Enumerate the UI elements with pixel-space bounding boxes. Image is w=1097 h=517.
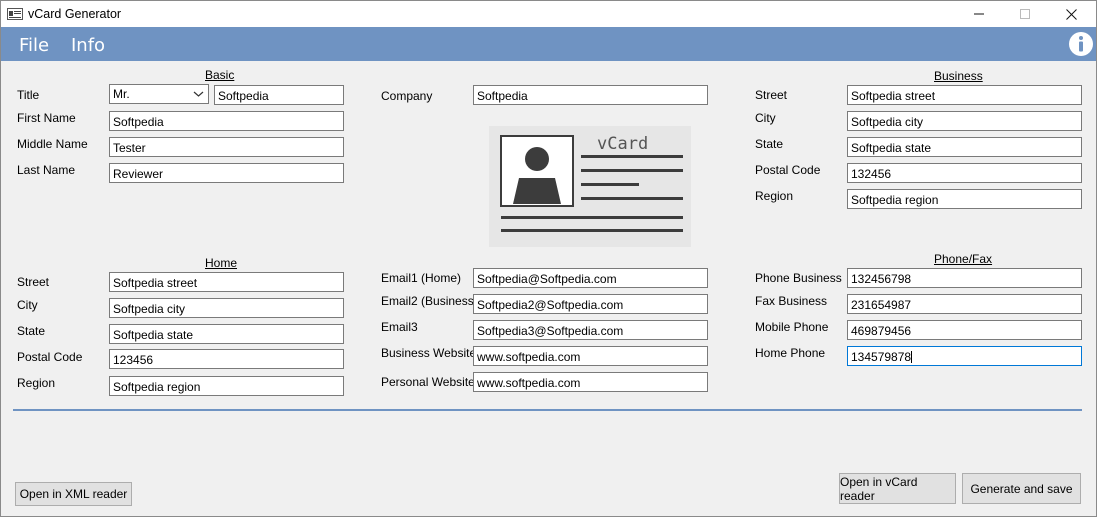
business-website-label: Business Website (381, 346, 477, 360)
home-region-label: Region (17, 376, 56, 390)
title-label: Title (17, 88, 40, 102)
business-street-input[interactable]: Softpedia street (847, 85, 1082, 105)
home-postal-input[interactable]: 123456 (109, 349, 344, 369)
section-home-header: Home (205, 256, 238, 270)
first-name-label: First Name (17, 111, 76, 125)
vcard-logo-text: vCard (597, 134, 648, 154)
business-website-input[interactable]: www.softpedia.com (473, 346, 708, 366)
close-button[interactable] (1048, 1, 1094, 27)
home-phone-input[interactable]: 134579878 (847, 346, 1082, 366)
mobile-phone-label: Mobile Phone (755, 320, 829, 334)
window-title: vCard Generator (28, 7, 122, 21)
home-city-input[interactable]: Softpedia city (109, 298, 344, 318)
text-caret (911, 351, 913, 363)
email3-label: Email3 (381, 320, 418, 334)
chevron-down-icon (193, 91, 204, 97)
home-phone-label: Home Phone (755, 346, 826, 360)
email1-label: Email1 (Home) (381, 271, 462, 285)
menu-bar: File Info (1, 27, 1096, 61)
last-name-input[interactable]: Reviewer (109, 163, 344, 183)
home-postal-label: Postal Code (17, 350, 83, 364)
personal-website-input[interactable]: www.softpedia.com (473, 372, 708, 392)
personal-website-label: Personal Website (381, 375, 475, 389)
generate-and-save-button[interactable]: Generate and save (962, 473, 1081, 504)
first-name-input[interactable]: Softpedia (109, 111, 344, 131)
menu-file[interactable]: File (19, 35, 49, 56)
email2-label: Email2 (Business) (381, 294, 478, 308)
company-label: Company (381, 89, 433, 103)
email3-input[interactable]: Softpedia3@Softpedia.com (473, 320, 708, 340)
middle-name-label: Middle Name (17, 137, 88, 151)
business-region-input[interactable]: Softpedia region (847, 189, 1082, 209)
section-basic-header: Basic (205, 68, 235, 82)
business-city-label: City (755, 111, 776, 125)
menu-info[interactable]: Info (71, 35, 105, 56)
email1-input[interactable]: Softpedia@Softpedia.com (473, 268, 708, 288)
app-window: vCard Generator File Info Basic Business… (0, 0, 1097, 517)
home-state-input[interactable]: Softpedia state (109, 324, 344, 344)
section-phone-fax-header: Phone/Fax (934, 252, 993, 266)
home-street-input[interactable]: Softpedia street (109, 272, 344, 292)
business-street-label: Street (755, 88, 788, 102)
minimize-button[interactable] (956, 1, 1002, 27)
open-xml-reader-button[interactable]: Open in XML reader (15, 482, 132, 506)
section-separator (13, 409, 1082, 411)
info-icon[interactable] (1068, 31, 1094, 57)
section-business-header: Business (934, 69, 983, 83)
fax-business-label: Fax Business (755, 294, 828, 308)
vcard-app-icon (7, 8, 23, 20)
vcard-illustration: vCard (489, 126, 691, 247)
minimize-icon (974, 13, 984, 15)
email2-input[interactable]: Softpedia2@Softpedia.com (473, 294, 708, 314)
business-region-label: Region (755, 189, 794, 203)
business-postal-label: Postal Code (755, 163, 821, 177)
business-state-label: State (755, 137, 784, 151)
close-icon (1065, 8, 1077, 20)
maximize-icon (1020, 9, 1030, 19)
home-region-input[interactable]: Softpedia region (109, 376, 344, 396)
company-input[interactable]: Softpedia (473, 85, 708, 105)
open-vcard-reader-button[interactable]: Open in vCard reader (839, 473, 956, 504)
title-suffix-input[interactable]: Softpedia (214, 85, 344, 105)
last-name-label: Last Name (17, 163, 76, 177)
mobile-phone-input[interactable]: 469879456 (847, 320, 1082, 340)
business-postal-input[interactable]: 132456 (847, 163, 1082, 183)
middle-name-input[interactable]: Tester (109, 137, 344, 157)
phone-business-label: Phone Business (755, 271, 842, 285)
title-select[interactable]: Mr. (109, 84, 209, 104)
business-city-input[interactable]: Softpedia city (847, 111, 1082, 131)
title-bar: vCard Generator (1, 1, 1096, 27)
title-select-value: Mr. (113, 87, 130, 101)
maximize-button[interactable] (1002, 1, 1048, 27)
home-state-label: State (17, 324, 46, 338)
business-state-input[interactable]: Softpedia state (847, 137, 1082, 157)
fax-business-input[interactable]: 231654987 (847, 294, 1082, 314)
home-street-label: Street (17, 275, 50, 289)
phone-business-input[interactable]: 132456798 (847, 268, 1082, 288)
home-phone-value: 134579878 (851, 350, 912, 364)
home-city-label: City (17, 298, 38, 312)
